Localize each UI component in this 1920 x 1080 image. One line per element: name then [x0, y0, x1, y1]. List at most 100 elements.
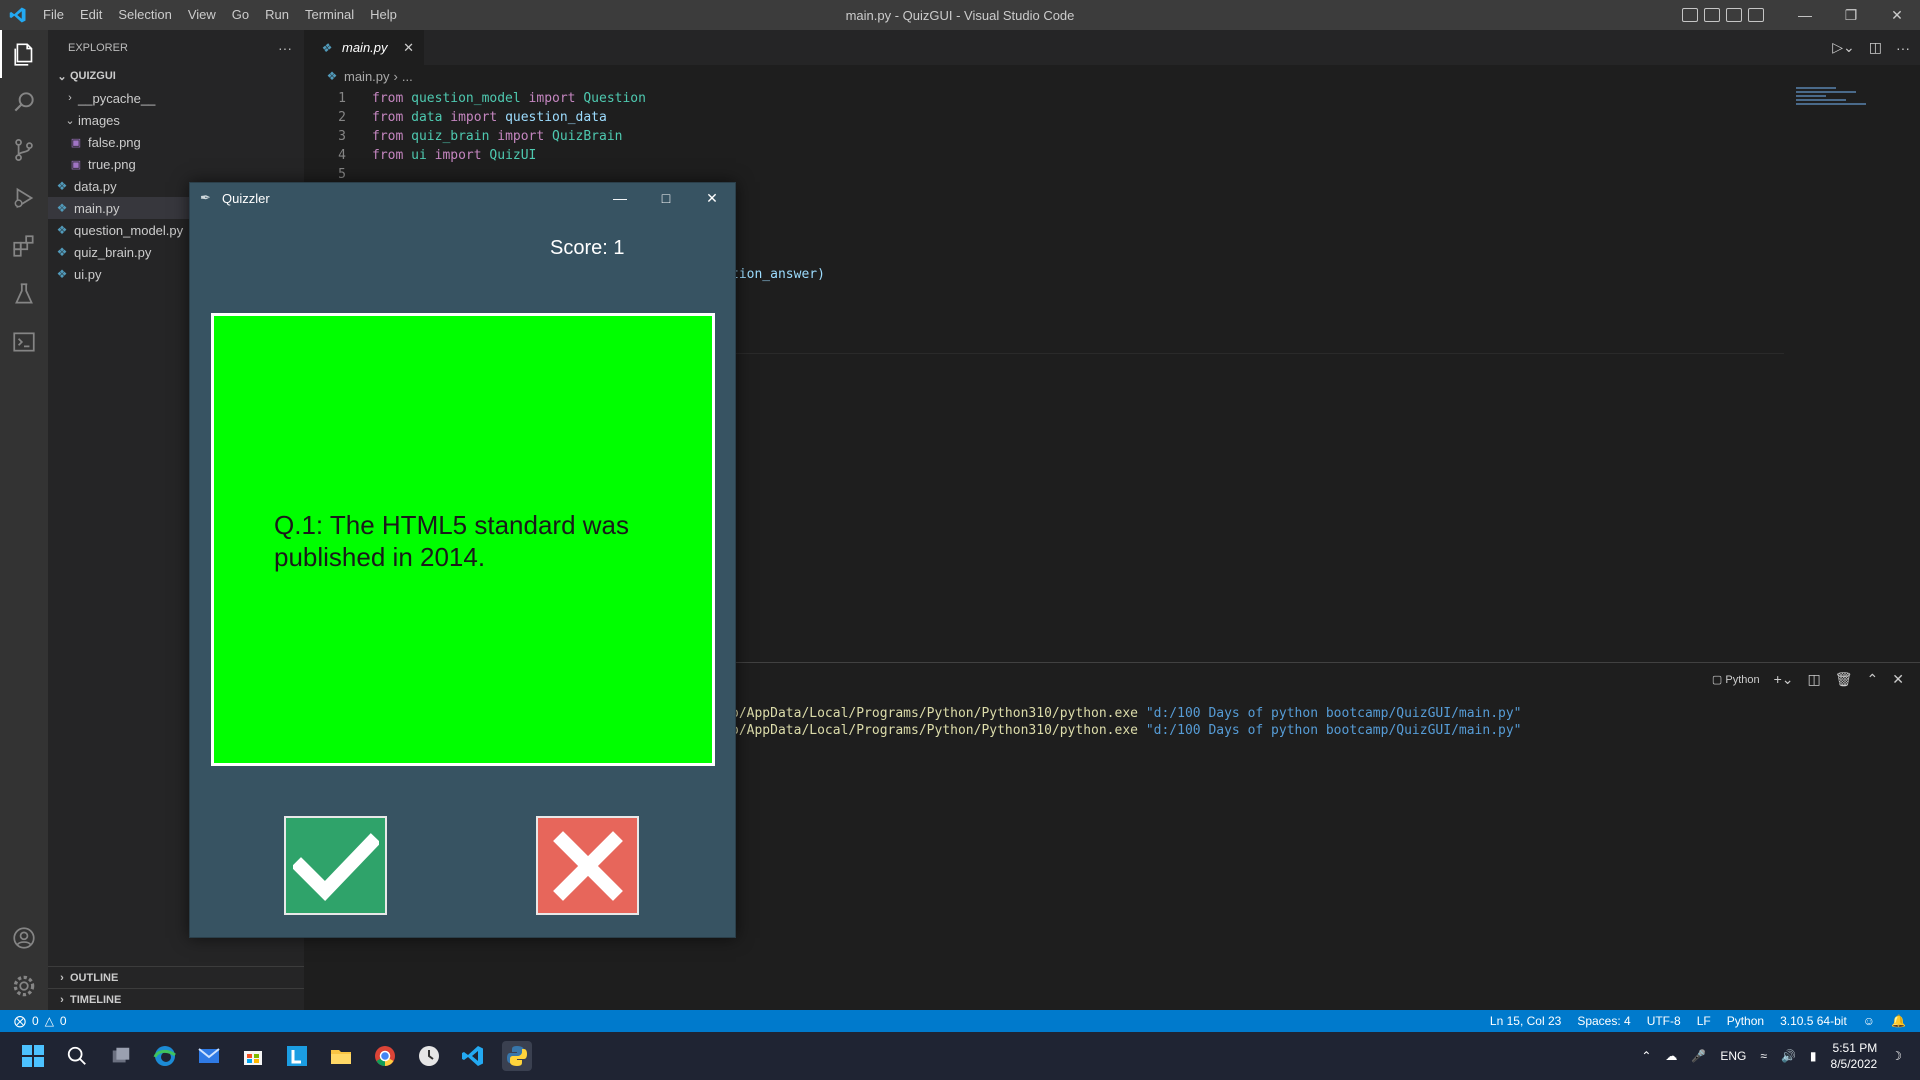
- quizzler-close-button[interactable]: ✕: [689, 183, 735, 213]
- chrome-icon[interactable]: [370, 1041, 400, 1071]
- project-folder[interactable]: ⌄ QUIZGUI: [48, 65, 304, 87]
- python-taskbar-icon[interactable]: [502, 1041, 532, 1071]
- restore-button[interactable]: ❐: [1828, 0, 1874, 30]
- title-bar: File Edit Selection View Go Run Terminal Help m…: [0, 0, 1920, 30]
- encoding[interactable]: UTF-8: [1647, 1014, 1681, 1028]
- search-icon[interactable]: [0, 78, 48, 126]
- python-interpreter[interactable]: 3.10.5 64-bit: [1780, 1014, 1847, 1028]
- true-button[interactable]: [284, 816, 387, 915]
- notification-center-icon[interactable]: ☽: [1891, 1049, 1902, 1063]
- line-number: 3: [338, 129, 346, 144]
- microphone-icon[interactable]: 🎤: [1691, 1049, 1706, 1063]
- code-line: 1 from question_model import Question: [304, 89, 646, 108]
- close-tab-icon[interactable]: ✕: [403, 40, 414, 56]
- explorer-title: EXPLORER: [68, 41, 128, 54]
- task-view-icon[interactable]: [106, 1041, 136, 1071]
- breadcrumb-file[interactable]: main.py: [344, 69, 390, 84]
- l-app-icon[interactable]: [282, 1041, 312, 1071]
- python-file-icon: ❖: [56, 267, 68, 281]
- source-control-icon[interactable]: [0, 126, 48, 174]
- terminal-view-icon[interactable]: [0, 318, 48, 366]
- explorer-more-icon[interactable]: ···: [278, 40, 292, 56]
- menu-go[interactable]: Go: [224, 0, 257, 30]
- terminal-shell-label[interactable]: ▢ Python: [1712, 673, 1760, 686]
- check-icon: [292, 832, 379, 901]
- kill-terminal-icon[interactable]: 🗑: [1835, 671, 1853, 688]
- split-editor-icon[interactable]: ◫: [1869, 39, 1882, 56]
- outline-section[interactable]: › OUTLINE: [48, 966, 304, 988]
- close-button[interactable]: ✕: [1874, 0, 1920, 30]
- onedrive-icon[interactable]: ☁: [1665, 1049, 1677, 1063]
- show-hidden-icons-icon[interactable]: ⌃: [1641, 1049, 1651, 1063]
- tree-item-images[interactable]: ⌄ images: [48, 109, 304, 131]
- edge-browser-icon[interactable]: [150, 1041, 180, 1071]
- toggle-panel-icon[interactable]: [1704, 8, 1720, 22]
- false-button[interactable]: [536, 816, 639, 915]
- quizzler-title-bar[interactable]: ✒ Quizzler — □ ✕: [190, 183, 735, 213]
- language-mode[interactable]: Python: [1727, 1014, 1764, 1028]
- volume-icon[interactable]: 🔊: [1781, 1049, 1796, 1063]
- clock-app-icon[interactable]: [414, 1041, 444, 1071]
- input-language[interactable]: ENG: [1720, 1049, 1746, 1063]
- indentation[interactable]: Spaces: 4: [1577, 1014, 1630, 1028]
- code-line: 3 from quiz_brain import QuizBrain: [304, 127, 622, 146]
- close-panel-icon[interactable]: ✕: [1892, 671, 1904, 688]
- timeline-section[interactable]: › TIMELINE: [48, 988, 304, 1010]
- clock[interactable]: 5:51 PM 8/5/2022: [1831, 1040, 1878, 1072]
- battery-icon[interactable]: ▮: [1810, 1049, 1817, 1063]
- minimize-button[interactable]: —: [1782, 0, 1828, 30]
- chevron-down-icon: ⌄: [65, 114, 75, 127]
- split-terminal-icon[interactable]: ◫: [1808, 671, 1821, 688]
- menu-terminal[interactable]: Terminal: [297, 0, 362, 30]
- tree-item--pycache-[interactable]: › __pycache__: [48, 87, 304, 109]
- windows-start-icon[interactable]: [18, 1041, 48, 1071]
- python-file-icon: ❖: [326, 69, 338, 83]
- explorer-icon[interactable]: [0, 30, 48, 78]
- menu-file[interactable]: File: [35, 0, 72, 30]
- end-of-line[interactable]: LF: [1697, 1014, 1711, 1028]
- testing-icon[interactable]: [0, 270, 48, 318]
- notifications-bell-icon[interactable]: 🔔: [1891, 1014, 1906, 1028]
- feedback-icon[interactable]: ☺: [1863, 1014, 1875, 1028]
- question-card: Q.1: The HTML5 standard was published in…: [211, 313, 715, 766]
- new-terminal-icon[interactable]: +⌄: [1774, 671, 1794, 688]
- extensions-icon[interactable]: [0, 222, 48, 270]
- minimap[interactable]: [1796, 87, 1906, 127]
- chevron-right-icon: ›: [60, 993, 64, 1006]
- toggle-secondary-sidebar-icon[interactable]: [1726, 8, 1742, 22]
- quizzler-minimize-button[interactable]: —: [597, 183, 643, 213]
- wifi-icon[interactable]: ≈: [1760, 1049, 1767, 1063]
- taskbar-search-icon[interactable]: [62, 1041, 92, 1071]
- store-icon[interactable]: [238, 1041, 268, 1071]
- maximize-panel-icon[interactable]: ⌃: [1867, 671, 1879, 688]
- chevron-right-icon: ›: [68, 92, 72, 104]
- breadcrumb-symbol[interactable]: ...: [402, 69, 413, 84]
- code-line: 4 from ui import QuizUI: [304, 146, 536, 165]
- quizzler-maximize-button[interactable]: □: [643, 183, 689, 213]
- more-actions-icon[interactable]: ···: [1896, 40, 1910, 56]
- run-python-file-icon[interactable]: ▷⌄: [1832, 39, 1855, 56]
- menu-edit[interactable]: Edit: [72, 0, 110, 30]
- mail-icon[interactable]: [194, 1041, 224, 1071]
- customize-layout-icon[interactable]: [1748, 8, 1764, 22]
- python-file-icon: ❖: [320, 40, 332, 55]
- menu-selection[interactable]: Selection: [110, 0, 179, 30]
- tree-item-false-png[interactable]: ▣ false.png: [48, 131, 304, 153]
- menu-run[interactable]: Run: [257, 0, 297, 30]
- tree-item-true-png[interactable]: ▣ true.png: [48, 153, 304, 175]
- settings-gear-icon[interactable]: [0, 962, 48, 1010]
- problems-indicator[interactable]: ⨂ 0 △ 0: [0, 1014, 67, 1028]
- account-icon[interactable]: [0, 914, 48, 962]
- menu-help[interactable]: Help: [362, 0, 405, 30]
- editor-tabs: ❖ main.py ✕ ▷⌄ ◫ ···: [304, 30, 1920, 65]
- terminal-line: o/AppData/Local/Programs/Python/Python31…: [731, 723, 1522, 738]
- cursor-position[interactable]: Ln 15, Col 23: [1490, 1014, 1561, 1028]
- file-explorer-icon[interactable]: [326, 1041, 356, 1071]
- vscode-taskbar-icon[interactable]: [458, 1041, 488, 1071]
- menu-view[interactable]: View: [180, 0, 224, 30]
- toggle-primary-sidebar-icon[interactable]: [1682, 8, 1698, 22]
- error-icon: ⨂: [14, 1014, 26, 1028]
- tab-main-py[interactable]: ❖ main.py ✕: [304, 30, 424, 65]
- code-line: 2 from data import question_data: [304, 108, 607, 127]
- run-debug-icon[interactable]: [0, 174, 48, 222]
